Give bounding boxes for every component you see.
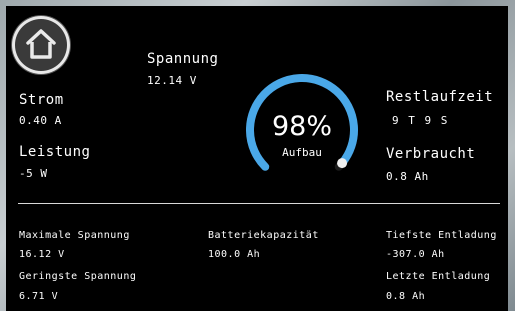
gauge-knob [337, 158, 348, 169]
charge-percent: 98% [271, 111, 332, 142]
strom-value: 0.40 A [19, 114, 62, 127]
leistung-value: -5 W [19, 167, 48, 180]
batteriekapazitaet-label: Batteriekapazität [208, 230, 319, 241]
letzte-entladung-label: Letzte Entladung [386, 271, 491, 282]
verbraucht-value: 0.8 Ah [386, 170, 429, 183]
geringste-spannung-value: 6.71 V [19, 291, 59, 302]
battery-monitor-panel: Spannung 12.14 V Strom 0.40 A Leistung -… [6, 6, 508, 311]
home-button[interactable] [12, 16, 70, 74]
batteriekapazitaet-value: 100.0 Ah [208, 249, 261, 260]
leistung-label: Leistung [19, 144, 91, 160]
restlaufzeit-value: 9 T 9 S [392, 114, 448, 127]
max-spannung-label: Maximale Spannung [19, 230, 130, 241]
tiefste-entladung-value: -307.0 Ah [386, 249, 445, 260]
charge-status: Aufbau [282, 146, 322, 159]
divider [18, 203, 500, 204]
strom-label: Strom [19, 92, 64, 108]
letzte-entladung-value: 0.8 Ah [386, 291, 426, 302]
spannung-label: Spannung [147, 51, 219, 67]
home-icon [26, 29, 56, 59]
tiefste-entladung-label: Tiefste Entladung [386, 230, 497, 241]
spannung-value: 12.14 V [147, 74, 197, 87]
max-spannung-value: 16.12 V [19, 249, 65, 260]
restlaufzeit-label: Restlaufzeit [386, 89, 494, 105]
verbraucht-label: Verbraucht [386, 146, 476, 162]
geringste-spannung-label: Geringste Spannung [19, 271, 137, 282]
